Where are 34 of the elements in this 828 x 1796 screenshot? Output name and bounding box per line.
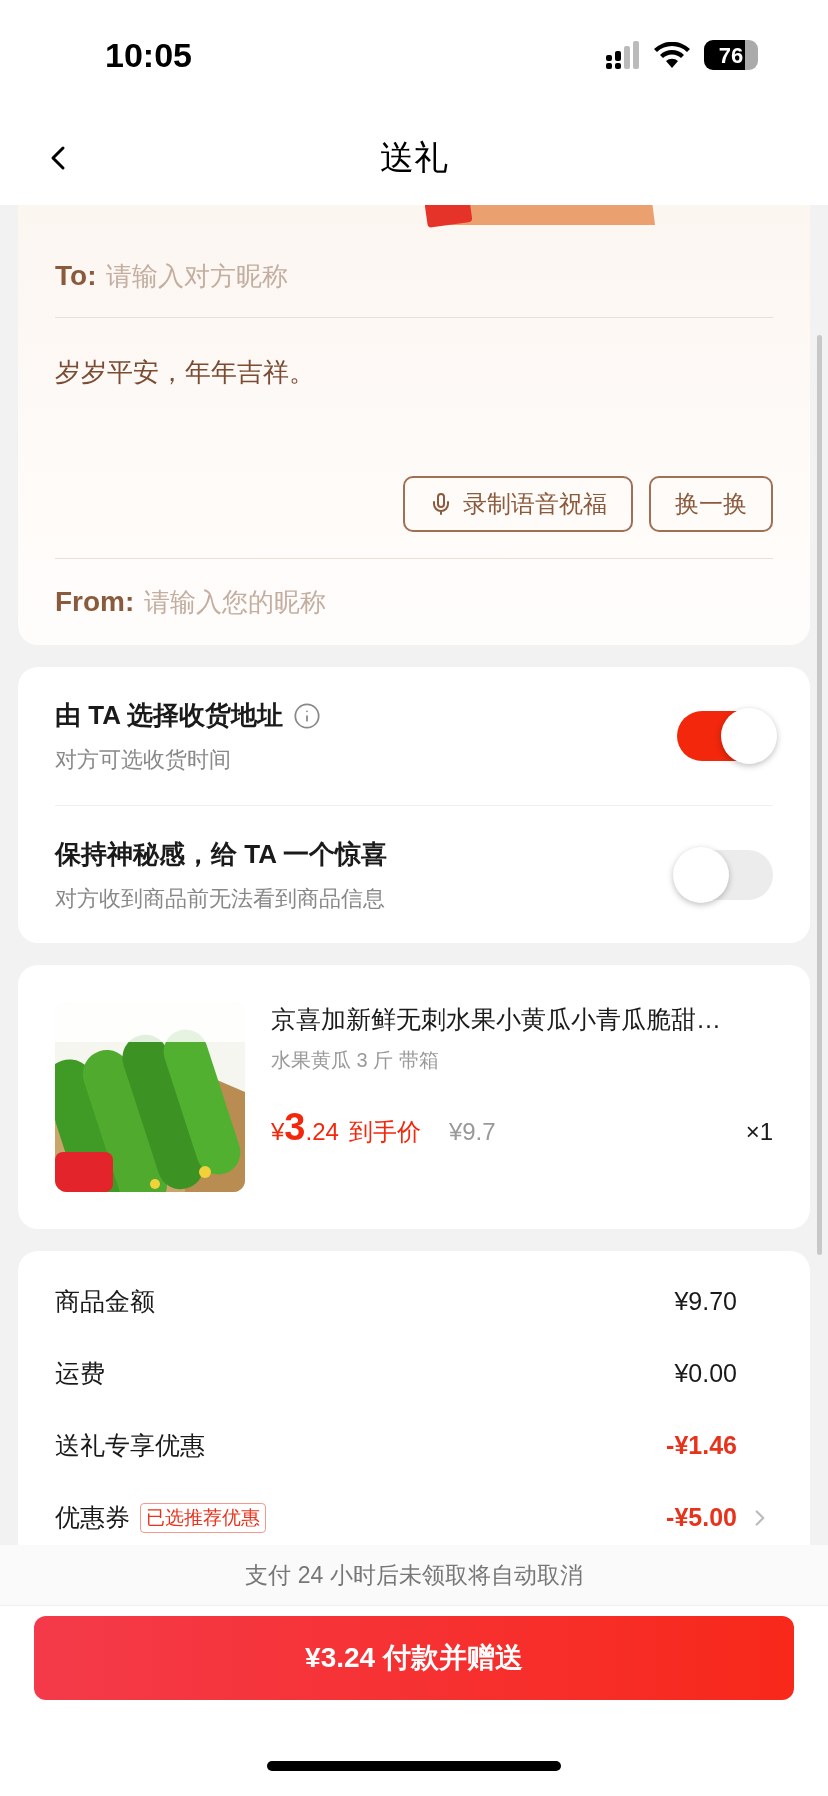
option-subtitle: 对方收到商品前无法看到商品信息	[55, 884, 386, 913]
sender-input[interactable]: 请输入您的昵称	[144, 582, 773, 622]
from-label: From:	[55, 585, 135, 619]
page-title: 送礼	[380, 137, 448, 178]
price-label: 到手价	[348, 1116, 421, 1147]
refresh-button[interactable]: 换一换	[649, 476, 773, 532]
recipient-input[interactable]: 请输入对方昵称	[106, 256, 773, 296]
option-title: 由 TA 选择收货地址	[55, 699, 284, 732]
product-price: ¥3.24	[271, 1104, 339, 1150]
summary-label: 送礼专享优惠	[55, 1430, 205, 1462]
to-label: To:	[55, 259, 97, 293]
summary-value: ¥9.70	[674, 1286, 737, 1318]
summary-value: -¥1.46	[666, 1430, 737, 1462]
coupon-tag: 已选推荐优惠	[140, 1502, 266, 1534]
quantity: ×1	[745, 1116, 773, 1147]
record-voice-button[interactable]: 录制语音祝福	[403, 476, 633, 532]
status-time: 10:05	[105, 34, 192, 76]
notice-text: 支付 24 小时后未领取将自动取消	[245, 1560, 583, 1590]
summary-label: 商品金额	[55, 1286, 155, 1318]
product-spec: 水果黄瓜 3 斤 带箱	[271, 1047, 440, 1073]
info-icon[interactable]	[293, 701, 322, 730]
option-subtitle: 对方可选收货时间	[55, 746, 232, 774]
original-price: ¥9.7	[448, 1116, 496, 1147]
pay-button[interactable]: ¥3.24 付款并赠送	[34, 1616, 794, 1700]
battery-icon: 76	[704, 40, 758, 70]
product-title: 京喜加新鲜无刺水果小黄瓜小青瓜脆甜…	[271, 1004, 722, 1035]
wifi-icon	[654, 42, 690, 68]
summary-label: 运费	[55, 1358, 105, 1390]
option-title: 保持神秘感，给 TA 一个惊喜	[55, 837, 388, 871]
signal-icon	[606, 41, 640, 69]
summary-value: ¥0.00	[674, 1358, 737, 1390]
summary-value: -¥5.00	[666, 1502, 737, 1534]
summary-label: 优惠券	[55, 1502, 130, 1534]
greeting-message: 岁岁平安，年年吉祥。	[55, 357, 315, 387]
